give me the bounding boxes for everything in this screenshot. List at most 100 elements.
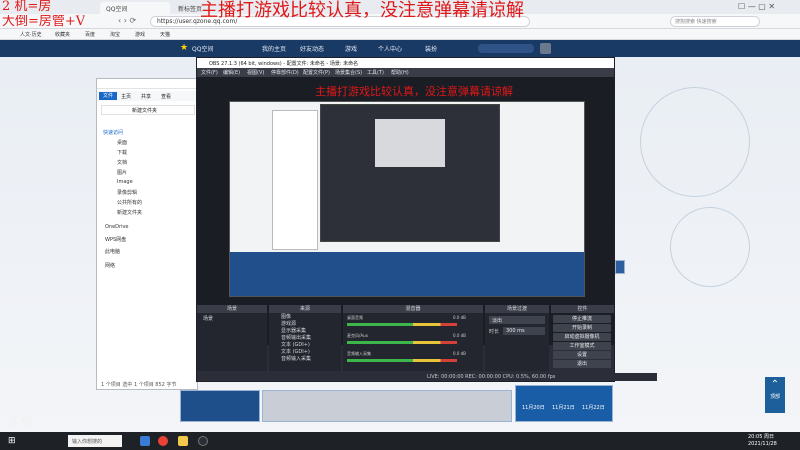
- scroll-to-top-button[interactable]: ⌃ 顶部: [765, 377, 785, 413]
- menu-profile[interactable]: 配置文件(P): [303, 69, 330, 76]
- obs-window: OBS 27.1.3 (64 bit, windows) - 配置文件: 未命名…: [196, 57, 657, 382]
- explorer-item[interactable]: Image: [117, 179, 133, 185]
- menu-view[interactable]: 视图(V): [247, 69, 264, 76]
- obs-statusbar: LIVE: 00:00:00 REC: 00:00:00 CPU: 0.5%, …: [197, 373, 657, 381]
- file-explorer-window: 文件 主页 共享 查看 新建文件夹 快速访问 桌面 下载 文档 图片 Image…: [96, 78, 198, 390]
- scene-item[interactable]: 场景: [203, 315, 213, 323]
- scenes-list[interactable]: 场景: [197, 313, 267, 371]
- search-input[interactable]: 搜狗搜索 快速搜索: [670, 16, 760, 27]
- explorer-item[interactable]: 公共所有的: [117, 199, 142, 206]
- folder-icon[interactable]: [178, 436, 188, 446]
- mixer-track-db: 0.0 dB: [453, 315, 466, 320]
- mixer-track-db: 0.0 dB: [453, 351, 466, 356]
- decorative-circle: [640, 87, 750, 197]
- clock-time: 20:05 周日: [748, 434, 774, 440]
- ribbon-tab-file[interactable]: 文件: [99, 92, 117, 100]
- nav-games[interactable]: 游戏: [345, 44, 357, 53]
- explorer-item[interactable]: 录像剪辑: [117, 189, 137, 196]
- stream-overlay-title: 主播打游戏比较认真，没注意弹幕请谅解: [200, 0, 524, 21]
- mixer-track-name: 音频输入采集: [347, 351, 371, 356]
- source-item[interactable]: 音频输入采集: [281, 355, 311, 363]
- browser-app-icon[interactable]: [140, 436, 150, 446]
- star-icon: ★: [180, 43, 189, 53]
- photo-strip[interactable]: [262, 390, 512, 422]
- sources-list[interactable]: 图像 游戏源 显示器采集 音频输出采集 文本 (GDI+) 文本 (GDI+) …: [269, 313, 341, 371]
- tab-label: 新标签页: [178, 6, 203, 13]
- bookmark-item[interactable]: 人文·历史: [20, 31, 42, 38]
- explorer-item[interactable]: 文档: [117, 159, 127, 166]
- explorer-ribbon: 文件 主页 共享 查看: [97, 91, 197, 101]
- scenes-dock-header: 场景: [197, 305, 267, 313]
- mixer-track-db: 0.0 dB: [453, 333, 466, 338]
- nav-qzone[interactable]: QQ空间: [192, 44, 213, 53]
- taskbar-search-placeholder: 输入你想搜的: [72, 439, 103, 445]
- ribbon-tab-share[interactable]: 共享: [141, 93, 151, 100]
- explorer-path[interactable]: 新建文件夹: [101, 105, 195, 115]
- menu-edit[interactable]: 编辑(E): [223, 69, 240, 76]
- mixer-track-name: 麦克风/Aux: [347, 333, 368, 338]
- start-recording-button[interactable]: 开始录制: [553, 324, 611, 332]
- nav-dress[interactable]: 装扮: [425, 44, 437, 53]
- bookmarks-bar: 人文·历史 收藏夹 百度 淘宝 游戏 天猫: [0, 29, 800, 40]
- settings-button[interactable]: 设置: [553, 351, 611, 359]
- bookmark-item[interactable]: 收藏夹: [55, 31, 70, 38]
- menu-help[interactable]: 帮助(H): [391, 69, 409, 76]
- preview-overlay-text: 主播打游戏比较认真，没注意弹幕请谅解: [315, 85, 513, 98]
- stop-streaming-button[interactable]: 停止推流: [553, 315, 611, 323]
- bookmark-item[interactable]: 游戏: [135, 31, 145, 38]
- explorer-item[interactable]: WPS网盘: [105, 236, 126, 243]
- studio-mode-button[interactable]: 工作室模式: [553, 342, 611, 350]
- explorer-item[interactable]: 图片: [117, 169, 127, 176]
- menu-tools[interactable]: 工具(T): [367, 69, 384, 76]
- mixer-dock-header: 混音器: [343, 305, 483, 313]
- explorer-item[interactable]: 新建文件夹: [117, 209, 142, 216]
- explorer-item[interactable]: 下载: [117, 149, 127, 156]
- obs-titlebar: OBS 27.1.3 (64 bit, windows) - 配置文件: 未命名…: [197, 58, 614, 68]
- ribbon-tab-home[interactable]: 主页: [121, 93, 131, 100]
- volume-meter: [347, 341, 457, 344]
- nested-preview: [375, 119, 445, 167]
- nested-page-strip: [230, 252, 584, 296]
- explorer-item[interactable]: OneDrive: [105, 224, 129, 230]
- transition-duration-label: 时长: [489, 329, 500, 335]
- browser-tab-qzone[interactable]: QQ空间: [100, 2, 170, 14]
- content-thumbnail[interactable]: [615, 260, 625, 274]
- obs-app-icon[interactable]: [198, 436, 208, 446]
- qzone-nav-bar: ★ QQ空间 我的主页 好友动态 游戏 个人中心 装扮: [0, 40, 800, 57]
- bookmark-item[interactable]: 淘宝: [110, 31, 120, 38]
- corner-overlay-line2: 大倒=房管+V: [2, 15, 86, 29]
- date-label: 11月21日: [552, 405, 575, 411]
- quick-access[interactable]: 快速访问: [103, 129, 123, 136]
- date-label: 11月22日: [582, 405, 605, 411]
- transition-select[interactable]: 淡出: [489, 316, 545, 324]
- content-card[interactable]: [180, 390, 260, 422]
- explorer-item[interactable]: 桌面: [117, 139, 127, 146]
- windows-start-icon[interactable]: ⊞: [8, 436, 18, 446]
- explorer-titlebar: [97, 79, 197, 89]
- transition-duration-input[interactable]: 300 ms: [503, 327, 545, 335]
- bookmark-item[interactable]: 百度: [85, 31, 95, 38]
- menu-file[interactable]: 文件(F): [201, 69, 218, 76]
- nav-feeds[interactable]: 好友动态: [300, 44, 324, 53]
- explorer-item[interactable]: 此电脑: [105, 248, 120, 255]
- avatar[interactable]: [540, 43, 551, 54]
- explorer-item[interactable]: 网络: [105, 262, 115, 269]
- exit-button[interactable]: 退出: [553, 360, 611, 368]
- nav-buttons[interactable]: ‹ › ⟳: [118, 16, 136, 25]
- virtual-camera-button[interactable]: 启动虚拟摄像机: [553, 333, 611, 341]
- taskbar-search-input[interactable]: 输入你想搜的: [68, 435, 122, 447]
- chrome-icon[interactable]: [158, 436, 168, 446]
- qzone-search-input[interactable]: [478, 44, 534, 53]
- bookmark-item[interactable]: 天猫: [160, 31, 170, 38]
- nested-obs: [320, 104, 500, 242]
- tab-label: QQ空间: [106, 6, 128, 13]
- transitions-dock-header: 场景过渡: [485, 305, 549, 313]
- menu-scene-collection[interactable]: 场景集合(S): [335, 69, 362, 76]
- calendar-block: 11月20日 11月21日 11月22日: [515, 385, 613, 422]
- menu-docks[interactable]: 停靠部件(D): [271, 69, 299, 76]
- window-controls[interactable]: ☐ — ▢ ✕: [738, 2, 775, 11]
- volume-meter: [347, 359, 457, 362]
- nav-center[interactable]: 个人中心: [378, 44, 402, 53]
- nav-home[interactable]: 我的主页: [262, 44, 286, 53]
- ribbon-tab-view[interactable]: 查看: [161, 93, 171, 100]
